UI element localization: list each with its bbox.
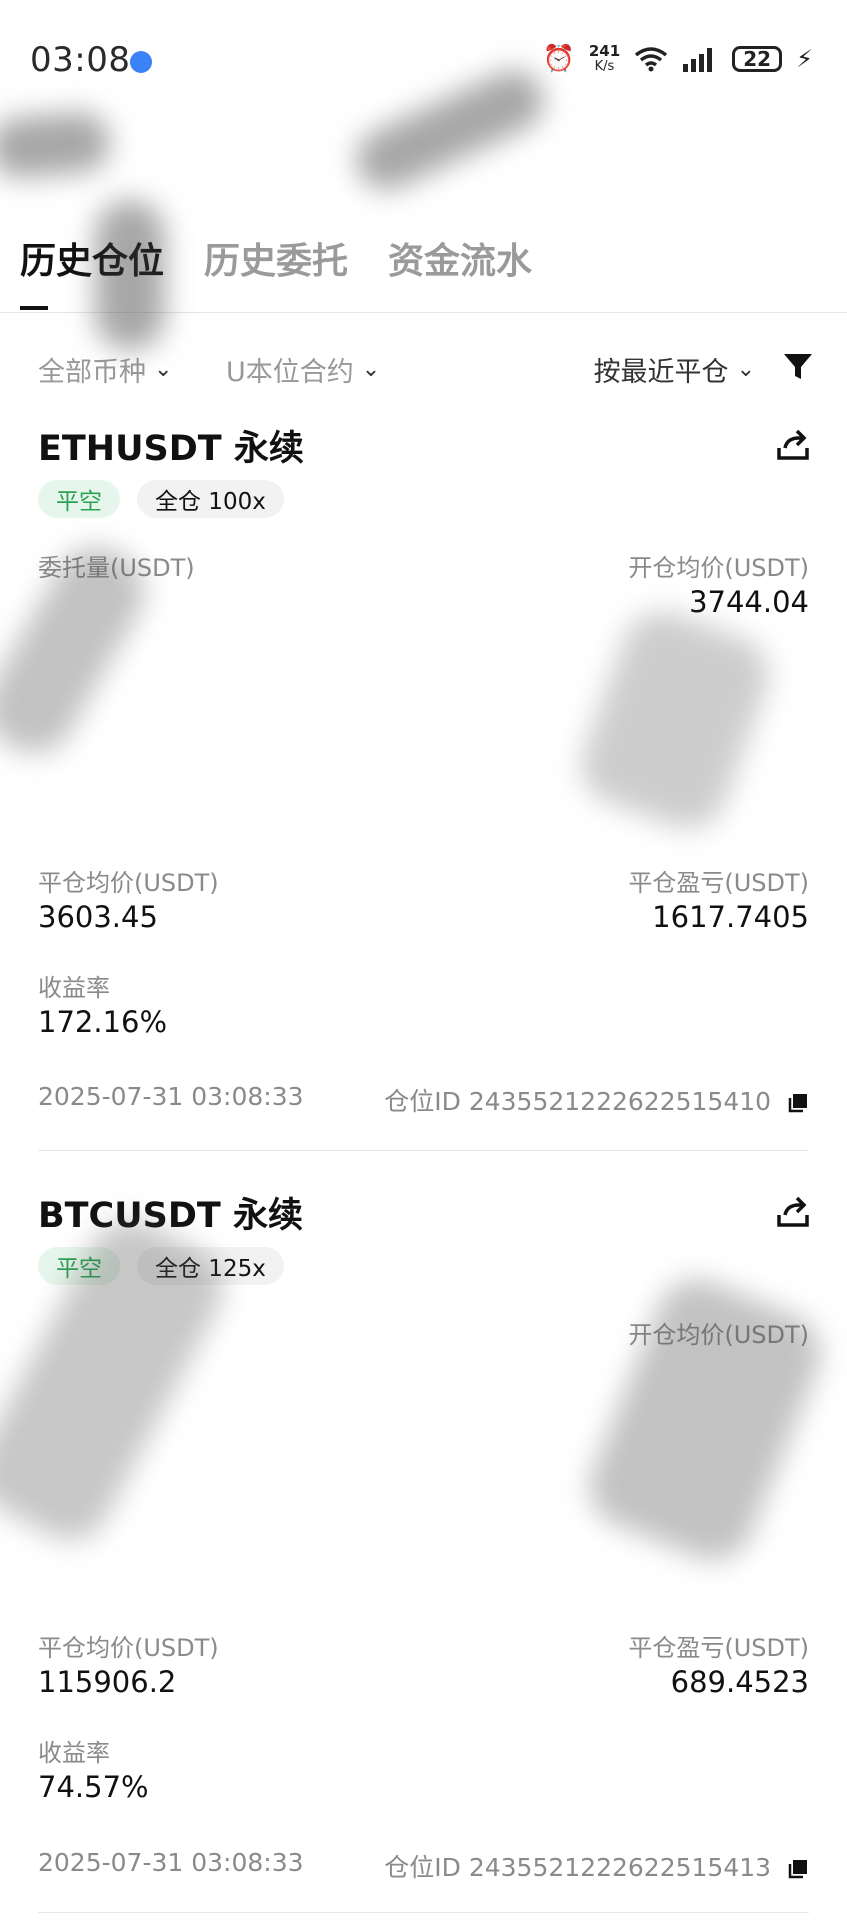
- coin-filter[interactable]: 全部币种 ⌄: [38, 350, 172, 389]
- open-avg-value: 3744.04: [689, 585, 809, 619]
- app-notification-icon: [130, 51, 152, 73]
- share-icon[interactable]: [775, 1193, 811, 1229]
- alarm-icon: ⏰: [542, 44, 575, 74]
- share-icon[interactable]: [775, 426, 811, 462]
- position-symbol: BTCUSDT 永续: [38, 1196, 303, 1236]
- roi-value: 172.16%: [38, 1005, 168, 1039]
- wifi-icon: [635, 47, 668, 72]
- pnl-label: 平仓盈亏(USDT): [628, 869, 809, 897]
- card-divider: [38, 1912, 809, 1913]
- network-speed: 241 K/s: [588, 42, 621, 75]
- battery-icon: 22: [732, 46, 783, 72]
- margin-tag: 全仓 100x: [137, 480, 284, 518]
- chevron-down-icon: ⌄: [361, 357, 381, 382]
- chevron-down-icon: ⌄: [736, 357, 755, 382]
- contract-filter[interactable]: U本位合约 ⌄: [226, 350, 380, 389]
- close-avg-label: 平仓均价(USDT): [38, 869, 219, 897]
- active-tab-indicator: [20, 306, 48, 310]
- pnl-label: 平仓盈亏(USDT): [628, 1634, 809, 1662]
- close-time: 2025-07-31 03:08:33: [38, 1848, 304, 1877]
- card-divider: [38, 1150, 809, 1151]
- status-indicators: ⏰ 241 K/s 22 ⚡: [542, 42, 813, 75]
- roi-label: 收益率: [38, 1739, 110, 1767]
- tab-fund-flow[interactable]: 资金流水: [388, 232, 532, 284]
- open-avg-label: 开仓均价(USDT): [628, 554, 809, 582]
- pnl-value: 689.4523: [670, 1665, 809, 1699]
- close-time: 2025-07-31 03:08:33: [38, 1082, 304, 1111]
- close-avg-label: 平仓均价(USDT): [38, 1634, 219, 1662]
- charging-icon: ⚡: [796, 45, 813, 73]
- signal-icon: [683, 48, 713, 72]
- side-tag: 平空: [38, 480, 120, 518]
- status-time: 03:08: [30, 40, 131, 80]
- position-id: 仓位ID 2435521222622515413: [384, 1848, 809, 1884]
- copy-icon[interactable]: [787, 1858, 809, 1880]
- pnl-value: 1617.7405: [652, 900, 809, 934]
- chevron-down-icon: ⌄: [154, 357, 173, 382]
- roi-label: 收益率: [38, 974, 110, 1002]
- filter-icon[interactable]: [783, 352, 813, 382]
- copy-icon[interactable]: [787, 1092, 809, 1114]
- position-symbol: ETHUSDT 永续: [38, 429, 304, 469]
- sort-filter[interactable]: 按最近平仓 ⌄: [594, 350, 755, 389]
- roi-value: 74.57%: [38, 1770, 149, 1804]
- tab-order-history[interactable]: 历史委托: [204, 232, 348, 284]
- close-avg-value: 3603.45: [38, 900, 158, 934]
- position-id: 仓位ID 2435521222622515410: [384, 1082, 809, 1118]
- close-avg-value: 115906.2: [38, 1665, 177, 1699]
